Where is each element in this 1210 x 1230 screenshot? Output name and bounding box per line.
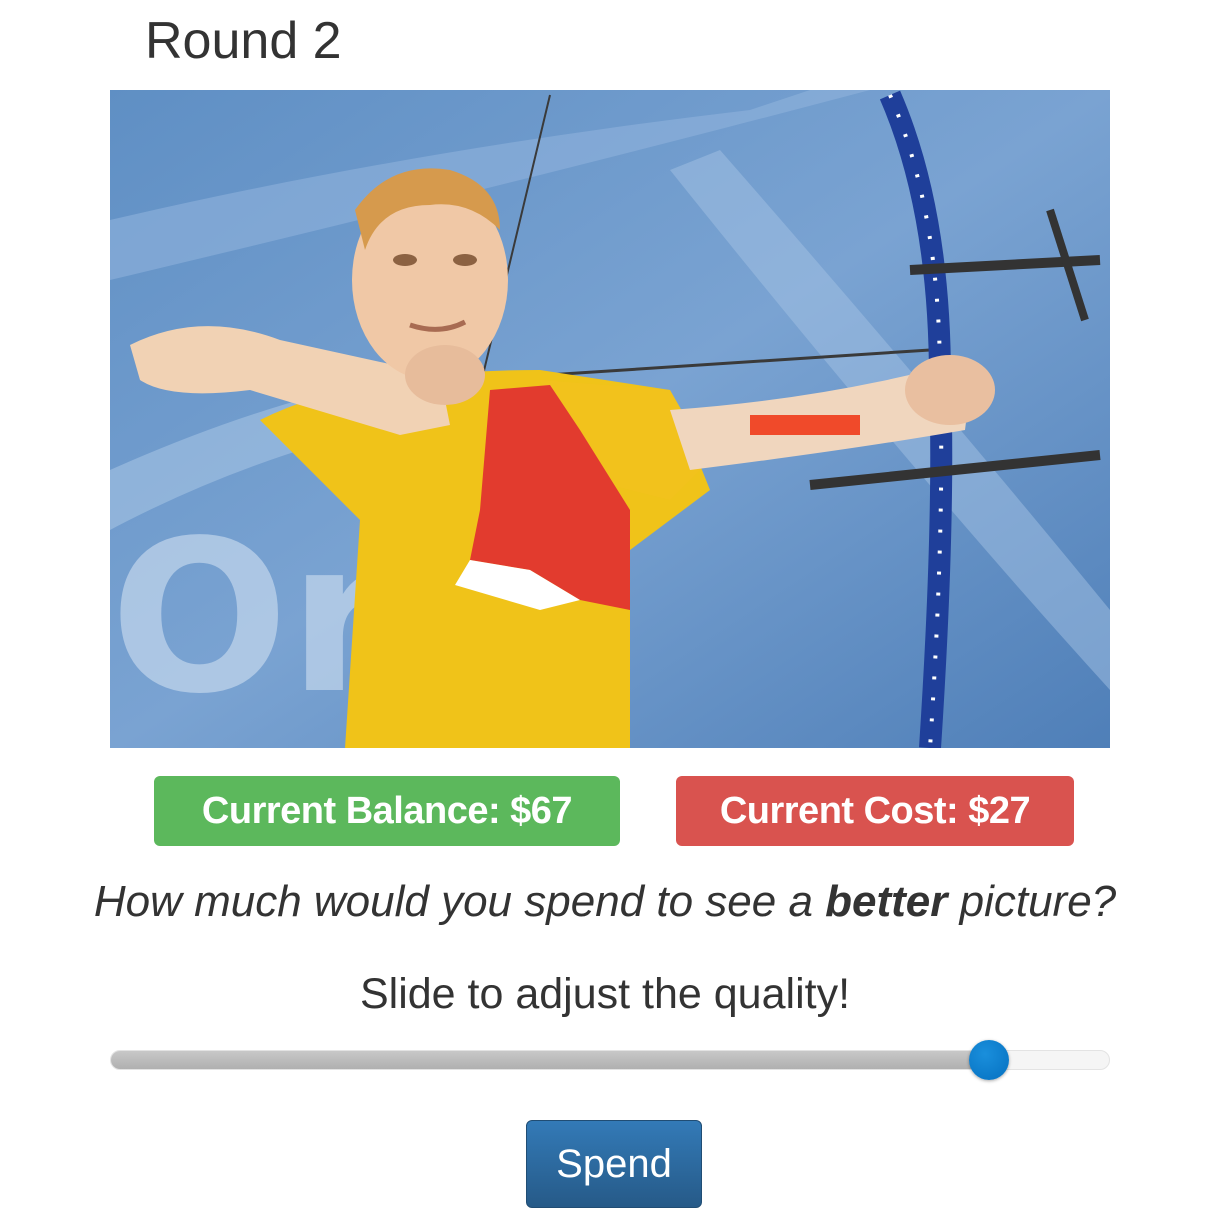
quality-slider[interactable] — [110, 1040, 1110, 1080]
archer-illustration: Ore — [110, 90, 1110, 748]
status-badges: Current Balance: $67 Current Cost: $27 — [0, 776, 1210, 846]
question-text-after: picture? — [947, 877, 1117, 926]
question-emphasis: better — [825, 877, 948, 926]
current-balance-badge: Current Balance: $67 — [154, 776, 620, 846]
spend-question: How much would you spend to see a better… — [0, 874, 1210, 930]
question-text-before: How much would you spend to see a — [93, 877, 826, 926]
spend-button[interactable]: Spend — [526, 1120, 702, 1208]
slider-fill — [111, 1051, 990, 1069]
current-cost-badge: Current Cost: $27 — [676, 776, 1074, 846]
slider-handle-icon[interactable] — [969, 1040, 1010, 1080]
archer-photo: Ore — [110, 90, 1110, 748]
slider-instruction: Slide to adjust the quality! — [359, 970, 851, 1018]
round-title: Round 2 — [145, 12, 342, 70]
